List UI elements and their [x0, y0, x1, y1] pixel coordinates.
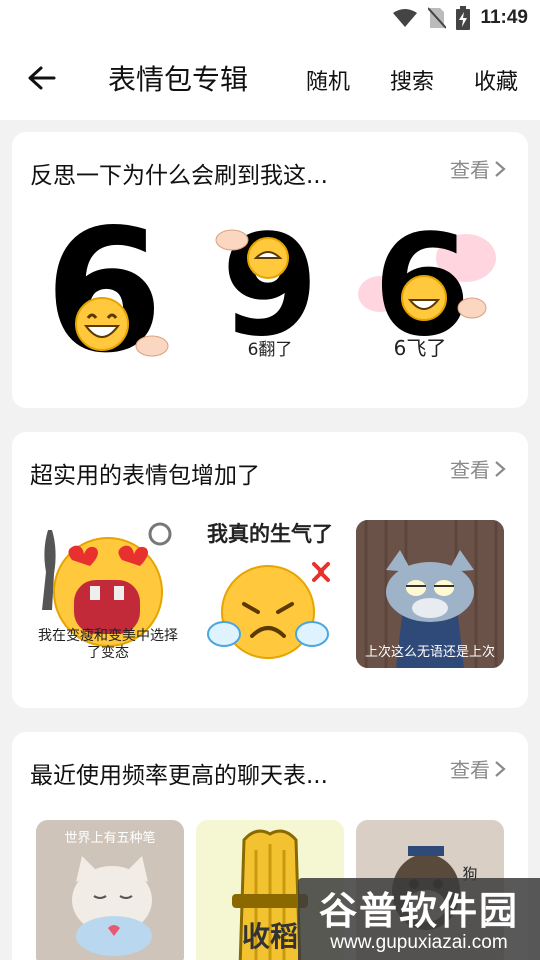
album-title: 超实用的表情包增加了	[30, 463, 260, 489]
back-button[interactable]	[24, 62, 60, 94]
battery-charging-icon	[456, 6, 471, 30]
sticker-caption: 我在变瘦和变美中选择了变态	[38, 628, 178, 661]
watermark-url: www.gupuxiazai.com	[330, 932, 508, 953]
sticker-tile[interactable]: 我真的生气了	[196, 520, 344, 668]
sticker-caption: 世界上有五种笔	[64, 831, 156, 846]
album-title: 反思一下为什么会刷到我这...	[30, 163, 328, 189]
sticker-tile[interactable]: 我在变瘦和变美中选择了变态	[34, 520, 182, 668]
six-grin-sticker: 6	[45, 214, 169, 362]
view-more-label: 查看	[450, 458, 490, 482]
back-arrow-icon	[28, 66, 56, 90]
random-button[interactable]: 随机	[306, 64, 350, 96]
chevron-right-icon	[495, 460, 506, 477]
chevron-right-icon	[495, 160, 506, 177]
view-more-label: 查看	[450, 158, 490, 182]
view-more-link[interactable]: 查看	[450, 454, 506, 483]
sticker-tile[interactable]: 9 6翻了	[196, 214, 344, 362]
favorites-button[interactable]: 收藏	[474, 64, 518, 96]
watermark-text: 谷普软件园	[318, 889, 519, 933]
album-title: 最近使用频率更高的聊天表...	[30, 763, 328, 789]
no-sim-icon	[428, 7, 447, 29]
sticker-tile[interactable]: 6	[34, 214, 182, 362]
chevron-right-icon	[495, 760, 506, 777]
sticker-caption: 6飞了	[393, 336, 447, 360]
view-more-link[interactable]: 查看	[450, 754, 506, 783]
sticker-caption: 我真的生气了	[207, 522, 333, 546]
status-bar: 11:49	[0, 0, 540, 36]
sticker-caption: 上次这么无语还是上次	[364, 645, 495, 660]
sticker-tile[interactable]: 上次这么无语还是上次	[356, 520, 504, 668]
header-bar: 表情包专辑 随机 搜索 收藏	[0, 36, 540, 120]
sticker-tile[interactable]: 6 6飞了	[356, 214, 504, 362]
wifi-icon	[393, 9, 418, 27]
status-icons: 11:49	[392, 4, 528, 32]
status-time: 11:49	[480, 7, 528, 28]
view-more-label: 查看	[450, 758, 490, 782]
page-title: 表情包专辑	[108, 63, 249, 96]
sticker-tile[interactable]: 世界上有五种笔	[36, 820, 184, 960]
view-more-link[interactable]: 查看	[450, 154, 506, 183]
search-button[interactable]: 搜索	[390, 64, 434, 96]
watermark-logo: 谷普软件园 www.gupuxiazai.com	[298, 878, 540, 960]
album-card[interactable]: 反思一下为什么会刷到我这... 查看 6 9 6翻了 6飞了	[12, 132, 528, 408]
album-card[interactable]: 超实用的表情包增加了 查看 我在变瘦和变美中选择了变态 我真的生气了 上次这么无…	[12, 432, 528, 708]
sticker-caption: 6翻了	[247, 340, 293, 360]
